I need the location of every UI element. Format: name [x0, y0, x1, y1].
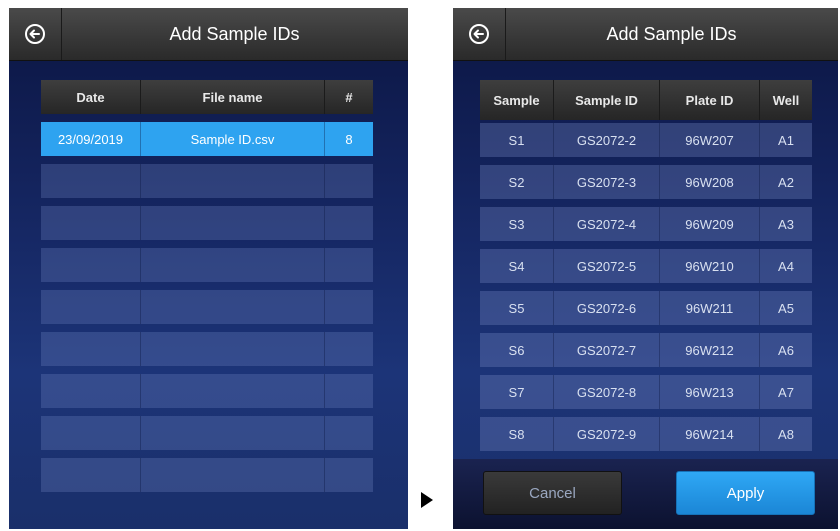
- plate-id-cell: 96W212: [660, 333, 760, 367]
- sample-id-cell: GS2072-4: [554, 207, 660, 241]
- table-row: S2 GS2072-3 96W208 A2: [480, 165, 812, 199]
- back-arrow-circle-icon: [469, 24, 489, 44]
- plate-id-cell: 96W213: [660, 375, 760, 409]
- file-row-empty[interactable]: [41, 416, 373, 450]
- file-count: 8: [345, 131, 353, 147]
- apply-button[interactable]: Apply: [676, 471, 815, 515]
- file-row-empty[interactable]: [41, 458, 373, 492]
- header-file-name: File name: [141, 80, 325, 114]
- table-row: S7 GS2072-8 96W213 A7: [480, 375, 812, 409]
- sample-id-cell: GS2072-2: [554, 123, 660, 157]
- table-row: S4 GS2072-5 96W210 A4: [480, 249, 812, 283]
- file-row-empty[interactable]: [41, 332, 373, 366]
- table-row: S1 GS2072-2 96W207 A1: [480, 123, 812, 157]
- back-button[interactable]: [453, 8, 506, 60]
- sample-cell: S2: [480, 165, 554, 199]
- well-cell: A3: [778, 216, 794, 232]
- sample-id-cell: GS2072-3: [554, 165, 660, 199]
- sample-ids-screen: Add Sample IDs Sample Sample ID Plate ID…: [453, 8, 838, 529]
- play-arrow-icon: [421, 492, 433, 508]
- table-row: S8 GS2072-9 96W214 A8: [480, 417, 812, 451]
- title-bar: Add Sample IDs: [9, 8, 408, 61]
- file-table-header: Date File name #: [41, 80, 373, 114]
- well-cell: A6: [778, 342, 794, 358]
- cancel-button[interactable]: Cancel: [483, 471, 622, 515]
- file-name: Sample ID.csv: [141, 122, 325, 156]
- plate-id-cell: 96W210: [660, 249, 760, 283]
- sample-id-cell: GS2072-9: [554, 417, 660, 451]
- well-cell: A7: [778, 384, 794, 400]
- sample-cell: S3: [480, 207, 554, 241]
- sample-table-header: Sample Sample ID Plate ID Well: [480, 80, 812, 120]
- well-cell: A5: [778, 300, 794, 316]
- file-row-selected[interactable]: 23/09/2019 Sample ID.csv 8: [41, 122, 373, 156]
- plate-id-cell: 96W207: [660, 123, 760, 157]
- back-arrow-circle-icon: [25, 24, 45, 44]
- page-title: Add Sample IDs: [169, 24, 300, 44]
- sample-cell: S8: [480, 417, 554, 451]
- sample-cell: S5: [480, 291, 554, 325]
- sample-cell: S1: [480, 123, 554, 157]
- plate-id-cell: 96W209: [660, 207, 760, 241]
- file-row-empty[interactable]: [41, 164, 373, 198]
- file-row-empty[interactable]: [41, 290, 373, 324]
- well-cell: A2: [778, 174, 794, 190]
- table-row: S6 GS2072-7 96W212 A6: [480, 333, 812, 367]
- header-date: Date: [41, 80, 141, 114]
- sample-cell: S7: [480, 375, 554, 409]
- back-button[interactable]: [9, 8, 62, 60]
- table-row: S5 GS2072-6 96W211 A5: [480, 291, 812, 325]
- sample-cell: S6: [480, 333, 554, 367]
- file-row-empty[interactable]: [41, 374, 373, 408]
- header-plate-id: Plate ID: [660, 80, 760, 120]
- title-bar: Add Sample IDs: [453, 8, 838, 61]
- header-count: #: [345, 89, 353, 105]
- table-row: S3 GS2072-4 96W209 A3: [480, 207, 812, 241]
- file-row-empty[interactable]: [41, 206, 373, 240]
- well-cell: A1: [778, 132, 794, 148]
- file-date: 23/09/2019: [41, 122, 141, 156]
- well-cell: A8: [778, 426, 794, 442]
- sample-cell: S4: [480, 249, 554, 283]
- header-well: Well: [772, 92, 800, 108]
- sample-id-cell: GS2072-8: [554, 375, 660, 409]
- page-title: Add Sample IDs: [606, 24, 737, 44]
- sample-id-cell: GS2072-7: [554, 333, 660, 367]
- file-row-empty[interactable]: [41, 248, 373, 282]
- file-select-screen: Add Sample IDs Date File name # 23/09/20…: [9, 8, 408, 529]
- header-sample: Sample: [480, 80, 554, 120]
- well-cell: A4: [778, 258, 794, 274]
- header-sample-id: Sample ID: [554, 80, 660, 120]
- action-bar: Cancel Apply: [453, 459, 838, 529]
- sample-id-cell: GS2072-6: [554, 291, 660, 325]
- plate-id-cell: 96W211: [660, 291, 760, 325]
- sample-id-cell: GS2072-5: [554, 249, 660, 283]
- plate-id-cell: 96W214: [660, 417, 760, 451]
- plate-id-cell: 96W208: [660, 165, 760, 199]
